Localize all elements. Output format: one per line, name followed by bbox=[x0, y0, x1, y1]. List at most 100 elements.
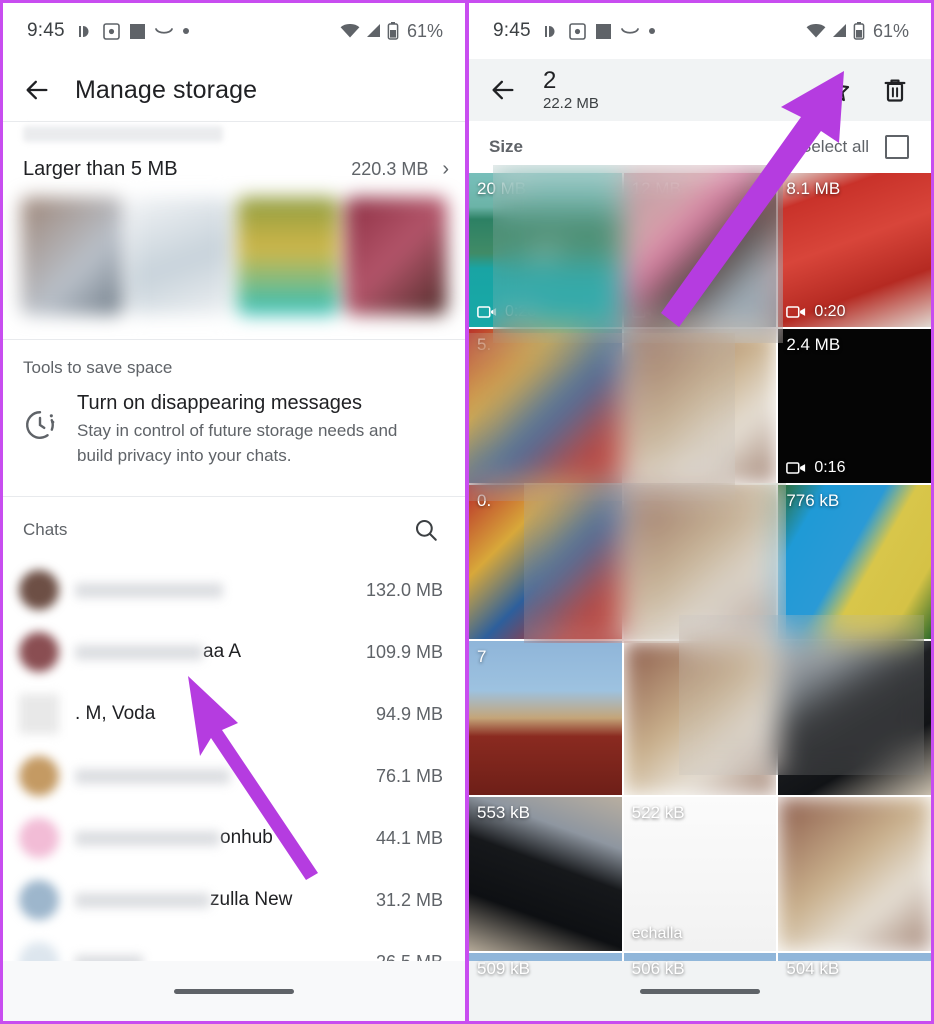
chats-section-header: Chats bbox=[3, 497, 465, 559]
media-thumbnail[interactable]: 8.1 MB 0:20 bbox=[778, 173, 931, 327]
large-files-thumbnail-strip[interactable] bbox=[21, 197, 447, 315]
file-size-label: 7 bbox=[477, 647, 487, 666]
dnd-icon bbox=[78, 25, 89, 37]
chat-name: aa A bbox=[203, 641, 242, 663]
chat-name-wrap: . M, Voda bbox=[75, 703, 155, 725]
chevron-right-icon: › bbox=[442, 158, 449, 180]
avatar bbox=[19, 880, 59, 921]
file-size-label: 506 kB bbox=[631, 959, 685, 978]
chat-row[interactable]: 76.1 MB bbox=[3, 745, 465, 807]
strip-thumb[interactable] bbox=[21, 197, 123, 315]
right-phone-screen: 9:45 61% 2 22.2 MB Size Select all 20 MB… bbox=[467, 0, 934, 1024]
disappearing-messages-row[interactable]: Turn on disappearing messages Stay in co… bbox=[3, 382, 465, 490]
selection-appbar: 2 22.2 MB bbox=[469, 59, 931, 121]
chat-row[interactable]: 132.0 MB bbox=[3, 559, 465, 621]
strip-thumb[interactable] bbox=[345, 197, 447, 315]
wave-icon bbox=[620, 28, 639, 34]
battery-icon bbox=[387, 22, 399, 40]
file-size-label: 2.4 MB bbox=[786, 335, 841, 354]
dual-screenshot-comparison: 9:45 61% Manage storage Larger than 5 MB… bbox=[0, 0, 934, 1024]
cut-off-subtitle bbox=[23, 126, 223, 142]
chat-size: 132.0 MB bbox=[365, 579, 443, 600]
media-thumbnail[interactable]: 2.4 MB 0:16 bbox=[778, 329, 931, 483]
home-gesture-pill[interactable] bbox=[640, 988, 760, 994]
chat-row[interactable]: . M, Voda 94.9 MB bbox=[3, 683, 465, 745]
wave-icon bbox=[154, 28, 173, 34]
home-gesture-pill[interactable] bbox=[174, 988, 294, 994]
chat-size: 109.9 MB bbox=[365, 641, 443, 662]
file-size-label: 522 kB bbox=[631, 803, 685, 822]
video-duration: 0:20 bbox=[786, 303, 845, 321]
left-phone-screen: 9:45 61% Manage storage Larger than 5 MB… bbox=[0, 0, 467, 1024]
status-time: 9:45 bbox=[27, 20, 65, 41]
status-notification-icons bbox=[543, 22, 656, 40]
larger-than-label: Larger than 5 MB bbox=[23, 158, 178, 180]
appbar-divider bbox=[3, 121, 465, 122]
nav-bar-right bbox=[469, 961, 931, 1021]
disappearing-messages-text: Turn on disappearing messages Stay in co… bbox=[77, 392, 407, 468]
file-size-label: 8.1 MB bbox=[786, 179, 841, 198]
avatar bbox=[19, 818, 59, 859]
blurred-chat-name bbox=[75, 768, 230, 784]
screenshot-icon bbox=[568, 22, 586, 40]
select-all-label: Select all bbox=[800, 137, 869, 156]
avatar bbox=[19, 756, 59, 797]
square-icon bbox=[595, 23, 611, 39]
back-arrow-icon[interactable] bbox=[23, 76, 51, 104]
battery-percent: 61% bbox=[406, 20, 443, 41]
blurred-chat-name bbox=[75, 830, 220, 846]
status-system-icons: 61% bbox=[806, 21, 909, 42]
file-size-label: 776 kB bbox=[786, 491, 840, 510]
dot-icon bbox=[648, 28, 655, 34]
chat-name-wrap bbox=[75, 768, 230, 784]
dnd-icon bbox=[544, 25, 555, 37]
larger-than-5mb-row[interactable]: Larger than 5 MB 220.3 MB › bbox=[3, 142, 465, 195]
chat-size: 31.2 MB bbox=[375, 889, 443, 910]
square-icon bbox=[129, 23, 145, 39]
chat-storage-list[interactable]: 132.0 MB aa A 109.9 MB . M, Voda 94.9 MB 76.1… bbox=[3, 559, 465, 1021]
privacy-blur-overlay bbox=[493, 165, 783, 343]
star-icon[interactable] bbox=[823, 76, 851, 104]
sort-by-size-label[interactable]: Size bbox=[489, 137, 523, 157]
chat-row[interactable]: zulla New 31.2 MB bbox=[3, 869, 465, 931]
media-thumbnail[interactable]: 7 bbox=[469, 641, 622, 795]
status-bar-right: 9:45 61% bbox=[469, 3, 931, 59]
select-all-checkbox[interactable] bbox=[885, 135, 909, 159]
chat-size: 94.9 MB bbox=[375, 703, 443, 724]
chat-row[interactable]: onhub 44.1 MB bbox=[3, 807, 465, 869]
chat-size: 44.1 MB bbox=[375, 827, 443, 848]
battery-icon bbox=[853, 22, 865, 40]
file-size-label: 504 kB bbox=[786, 959, 840, 978]
chat-name-wrap: aa A bbox=[75, 641, 241, 663]
video-camera-icon bbox=[786, 306, 806, 318]
wifi-icon bbox=[806, 23, 826, 38]
chat-row[interactable]: aa A 109.9 MB bbox=[3, 621, 465, 683]
search-icon[interactable] bbox=[413, 517, 439, 543]
blurred-chat-name bbox=[75, 582, 223, 598]
chat-name-wrap: zulla New bbox=[75, 889, 292, 911]
avatar bbox=[19, 570, 59, 611]
dot-icon bbox=[182, 28, 189, 34]
back-arrow-icon[interactable] bbox=[489, 76, 517, 104]
chat-name: onhub bbox=[220, 827, 273, 849]
selection-summary: 2 22.2 MB bbox=[543, 68, 599, 112]
larger-than-value: 220.3 MB bbox=[351, 159, 429, 179]
media-thumbnail[interactable]: 522 kB echalla bbox=[623, 797, 777, 951]
tool-headline: Turn on disappearing messages bbox=[77, 392, 362, 414]
select-all-group[interactable]: Select all bbox=[800, 135, 909, 159]
media-thumbnail[interactable] bbox=[778, 797, 931, 951]
media-thumbnail[interactable]: 553 kB bbox=[469, 797, 622, 951]
wifi-icon bbox=[340, 23, 360, 38]
chat-name-wrap: onhub bbox=[75, 827, 273, 849]
page-title: Manage storage bbox=[75, 75, 258, 104]
manage-storage-appbar: Manage storage bbox=[3, 59, 465, 121]
strip-thumb[interactable] bbox=[237, 197, 339, 315]
trash-icon[interactable] bbox=[881, 76, 909, 104]
chat-name: . M, Voda bbox=[75, 703, 156, 725]
chat-size: 76.1 MB bbox=[375, 765, 443, 786]
screenshot-icon bbox=[102, 22, 120, 40]
tools-section-title: Tools to save space bbox=[23, 358, 173, 377]
strip-thumb[interactable] bbox=[129, 197, 231, 315]
chat-name: zulla New bbox=[210, 889, 293, 911]
thumbnail-image bbox=[469, 641, 622, 795]
